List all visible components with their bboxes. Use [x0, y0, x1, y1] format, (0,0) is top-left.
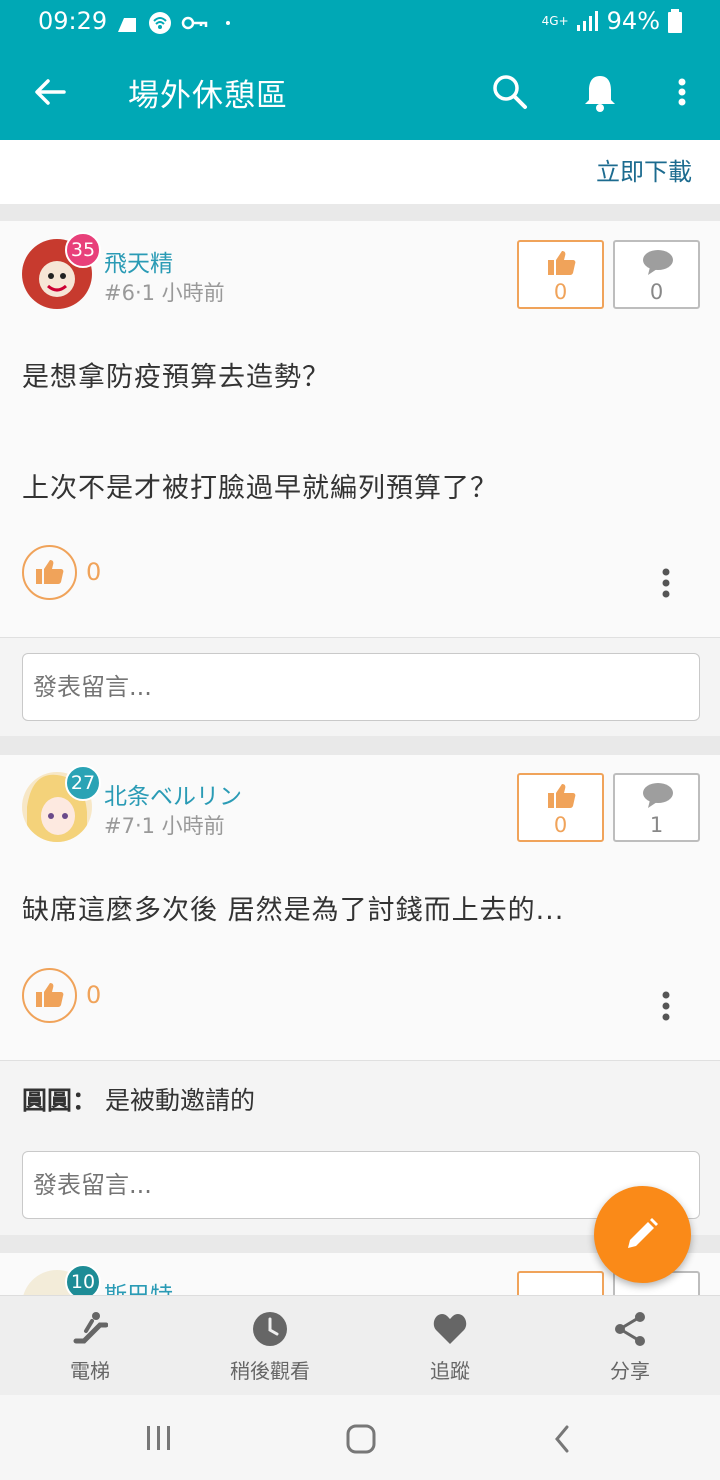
- like-count: 0: [553, 813, 568, 837]
- download-link[interactable]: 立即下載: [596, 152, 692, 187]
- post-meta: #6‧1 小時前: [104, 281, 225, 305]
- comment-input[interactable]: [22, 1151, 700, 1219]
- signal-icon: [576, 11, 598, 31]
- bell-icon[interactable]: [580, 70, 620, 114]
- reply-text: 是被動邀請的: [104, 1086, 255, 1115]
- post-body-line1: 缺席這麼多次後 居然是為了討錢而上去的...: [22, 895, 565, 926]
- status-right: 4G+ 94%: [542, 7, 682, 35]
- level-badge: 10: [65, 1264, 101, 1295]
- notification-icons: [118, 12, 230, 34]
- status-bar: 09:29 4G+ 94%: [0, 0, 720, 42]
- reaction-count: 0: [86, 558, 102, 586]
- thumbs-up-icon: [548, 784, 576, 808]
- reply-separator: ：: [72, 1086, 98, 1115]
- app-bar: 場外休憩區: [0, 42, 720, 140]
- post-card: 27 北条ベルリン #7‧1 小時前 0 1 缺席這麼多次後 居然是為了討錢而上…: [0, 755, 720, 1060]
- battery-icon: [668, 9, 682, 33]
- username[interactable]: 飛天精: [104, 244, 173, 278]
- nav-follow[interactable]: 追蹤: [380, 1296, 520, 1396]
- nav-label: 追蹤: [430, 1359, 470, 1383]
- pencil-icon: [628, 1218, 658, 1248]
- thumbs-up-icon: [36, 983, 64, 1007]
- username[interactable]: 北条ベルリン: [104, 777, 242, 811]
- reply-author[interactable]: 圓圓: [22, 1086, 72, 1115]
- comment-button[interactable]: 0: [613, 240, 700, 309]
- post-body-line2: 上次不是才被打臉過早就編列預算了？: [22, 473, 498, 504]
- search-icon[interactable]: [490, 70, 530, 114]
- level-badge: 27: [65, 765, 101, 801]
- recent-apps-icon[interactable]: [145, 1425, 173, 1451]
- home-icon[interactable]: [346, 1424, 376, 1454]
- nav-label: 電梯: [70, 1359, 110, 1383]
- escalator-icon: [73, 1312, 108, 1344]
- system-back-icon[interactable]: [552, 1424, 572, 1454]
- level-badge: 35: [65, 232, 101, 268]
- reaction-count: 0: [86, 981, 102, 1009]
- comment-input[interactable]: [22, 653, 700, 721]
- post-body-line1: 是想拿防疫預算去造勢？: [22, 362, 330, 393]
- post-more-icon[interactable]: [656, 566, 676, 602]
- thumbs-up-icon: [36, 560, 64, 584]
- page-title: 場外休憩區: [128, 78, 288, 114]
- post-card: 35 飛天精 #6‧1 小時前 0 0 是想拿防疫預算去造勢？ 上次不是才被打臉…: [0, 221, 720, 637]
- clock-icon: [253, 1312, 287, 1346]
- reply-line: 圓圓： 是被動邀請的: [22, 1081, 255, 1117]
- nav-share[interactable]: 分享: [560, 1296, 700, 1396]
- reaction-like-button[interactable]: [22, 545, 77, 600]
- comment-count: 0: [649, 280, 664, 304]
- username[interactable]: 斯巴特: [104, 1276, 173, 1295]
- like-button[interactable]: 0: [517, 773, 604, 842]
- like-button[interactable]: 0: [517, 240, 604, 309]
- more-vert-icon[interactable]: [664, 70, 700, 114]
- status-time: 09:29: [38, 7, 108, 35]
- share-icon: [615, 1312, 645, 1346]
- nav-label: 稍後觀看: [230, 1359, 310, 1383]
- nav-escalator[interactable]: 電梯: [20, 1296, 160, 1396]
- comment-bubble-icon: [643, 783, 673, 808]
- nav-watch-later[interactable]: 稍後觀看: [200, 1296, 340, 1396]
- heart-icon: [433, 1314, 467, 1344]
- compose-fab[interactable]: [594, 1186, 691, 1283]
- download-banner: 立即下載: [0, 140, 720, 204]
- network-type: 4G+: [541, 14, 569, 28]
- comment-count: 1: [649, 813, 664, 837]
- reaction-like-button[interactable]: [22, 968, 77, 1023]
- comment-area: [0, 637, 720, 736]
- battery-percent: 94%: [606, 7, 660, 35]
- thumbs-up-icon: [548, 251, 576, 275]
- divider: [0, 204, 720, 221]
- comment-bubble-icon: [643, 250, 673, 275]
- like-button[interactable]: [517, 1271, 604, 1295]
- back-arrow-icon[interactable]: [30, 72, 70, 112]
- nav-label: 分享: [610, 1359, 650, 1383]
- post-meta: #7‧1 小時前: [104, 814, 225, 838]
- divider: [0, 736, 720, 755]
- bottom-nav: 電梯 稍後觀看 追蹤 分享: [0, 1295, 720, 1395]
- like-count: 0: [553, 280, 568, 304]
- post-more-icon[interactable]: [656, 989, 676, 1025]
- comment-button[interactable]: 1: [613, 773, 700, 842]
- system-nav-bar: [0, 1395, 720, 1480]
